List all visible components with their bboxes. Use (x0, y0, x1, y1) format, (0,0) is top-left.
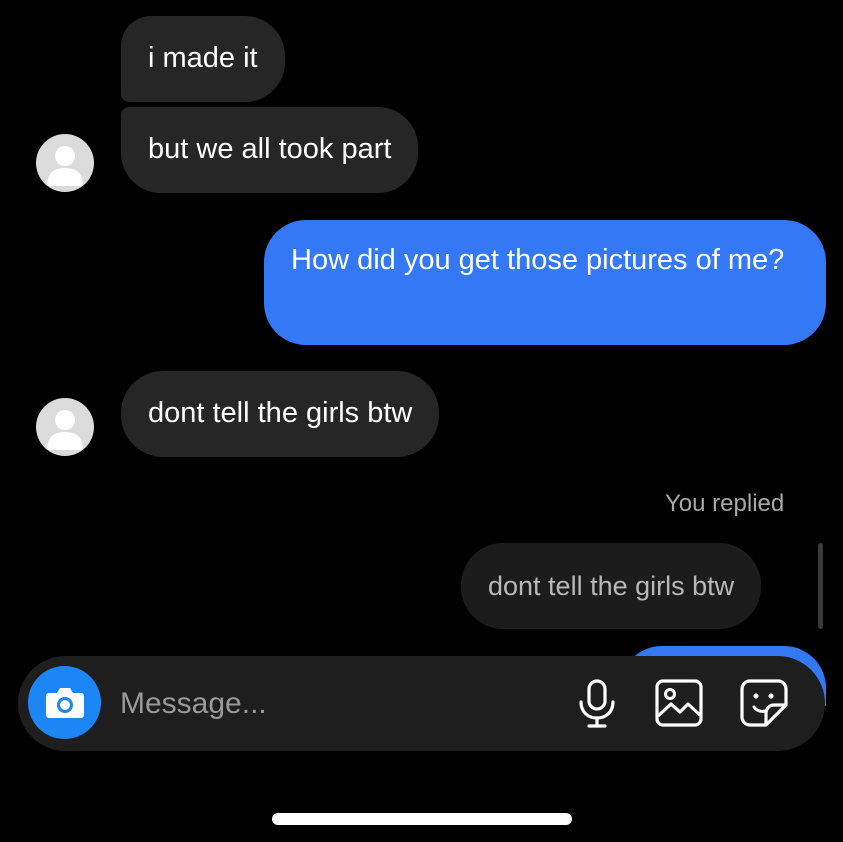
message-bubble-incoming[interactable]: i made it (121, 16, 285, 102)
camera-icon (46, 688, 84, 718)
quoted-reply-bubble[interactable]: dont tell the girls btw (461, 543, 762, 629)
message-composer (18, 656, 825, 751)
gallery-icon[interactable] (654, 678, 704, 728)
camera-button[interactable] (28, 666, 101, 739)
sticker-icon[interactable] (739, 678, 789, 728)
microphone-icon[interactable] (576, 678, 618, 730)
home-indicator[interactable] (272, 813, 572, 825)
contact-avatar[interactable] (36, 134, 94, 192)
message-bubble-incoming[interactable]: but we all took part (121, 107, 419, 193)
reply-label: You replied (665, 490, 785, 517)
contact-avatar[interactable] (36, 398, 94, 456)
reply-indicator-bar (818, 543, 823, 629)
default-profile-icon (47, 410, 83, 450)
message-bubble-incoming[interactable]: dont tell the girls btw (121, 371, 440, 457)
message-input[interactable] (120, 681, 540, 726)
default-profile-icon (47, 146, 83, 186)
message-bubble-outgoing[interactable]: How did you get those pictures of me? (264, 220, 826, 345)
